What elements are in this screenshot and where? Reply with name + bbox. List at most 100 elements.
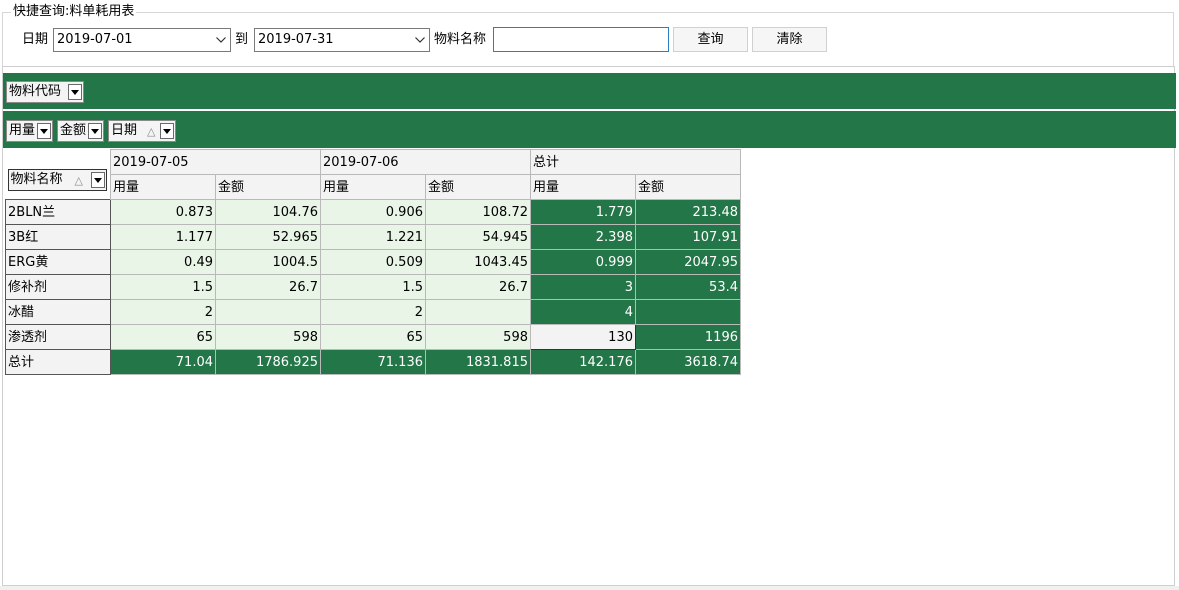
quick-query-title: 快捷查询:料单耗用表 bbox=[11, 4, 137, 20]
data-cell[interactable]: 1.5 bbox=[110, 274, 216, 300]
data-cell[interactable]: 1.177 bbox=[110, 224, 216, 250]
data-cell[interactable]: 1043.45 bbox=[425, 249, 531, 275]
bottom-edge bbox=[0, 586, 1179, 590]
date-to-select[interactable]: 2019-07-31 bbox=[254, 28, 430, 52]
measure-header-qty[interactable]: 用量 bbox=[110, 174, 216, 200]
column-field-date-label: 日期 bbox=[111, 123, 138, 138]
to-label: 到 bbox=[235, 32, 249, 47]
measure-header-amount[interactable]: 金额 bbox=[635, 174, 741, 200]
date-to-value: 2019-07-31 bbox=[258, 32, 334, 47]
data-cell[interactable]: 0.873 bbox=[110, 199, 216, 225]
column-field-area: 用量 金额 日期 △ bbox=[3, 111, 1176, 148]
measure-header-qty[interactable]: 用量 bbox=[530, 174, 636, 200]
data-cell[interactable]: 598 bbox=[425, 324, 531, 350]
row-field-label: 物料名称 bbox=[10, 171, 63, 187]
data-cell[interactable]: 1004.5 bbox=[215, 249, 321, 275]
row-header[interactable]: 冰醋 bbox=[5, 299, 111, 325]
data-cell[interactable]: 0.509 bbox=[320, 249, 426, 275]
total-cell[interactable]: 107.91 bbox=[635, 224, 741, 250]
data-cell[interactable]: 104.76 bbox=[215, 199, 321, 225]
sort-ascending-icon: △ bbox=[74, 173, 83, 187]
data-cell[interactable]: 598 bbox=[215, 324, 321, 350]
total-cell[interactable]: 1196 bbox=[635, 324, 741, 350]
selected-total-cell[interactable]: 130 bbox=[530, 324, 636, 350]
grand-total-cell[interactable]: 71.04 bbox=[110, 349, 216, 375]
pivot-table: 2019-07-05 2019-07-06 总计 物料名称 △ 用量 金额 用量… bbox=[5, 149, 741, 375]
measure-header-qty[interactable]: 用量 bbox=[320, 174, 426, 200]
table-row: 2BLN兰 0.873 104.76 0.906 108.72 1.779 21… bbox=[5, 199, 741, 225]
data-cell[interactable]: 1.221 bbox=[320, 224, 426, 250]
dropdown-arrow-icon[interactable] bbox=[160, 123, 174, 139]
measure-header-amount[interactable]: 金额 bbox=[425, 174, 531, 200]
table-row: 3B红 1.177 52.965 1.221 54.945 2.398 107.… bbox=[5, 224, 741, 250]
total-cell[interactable] bbox=[635, 299, 741, 325]
column-group-header[interactable]: 总计 bbox=[530, 149, 741, 175]
column-group-header[interactable]: 2019-07-05 bbox=[110, 149, 321, 175]
date-from-value: 2019-07-01 bbox=[57, 32, 133, 47]
data-cell[interactable] bbox=[215, 299, 321, 325]
grand-total-cell[interactable]: 1831.815 bbox=[425, 349, 531, 375]
table-row: 冰醋 2 2 4 bbox=[5, 299, 741, 325]
data-cell[interactable]: 0.49 bbox=[110, 249, 216, 275]
material-name-input[interactable] bbox=[493, 27, 669, 52]
table-row: 修补剂 1.5 26.7 1.5 26.7 3 53.4 bbox=[5, 274, 741, 300]
data-cell[interactable]: 26.7 bbox=[215, 274, 321, 300]
dropdown-arrow-icon[interactable] bbox=[88, 123, 102, 139]
total-cell[interactable]: 2047.95 bbox=[635, 249, 741, 275]
column-field-amount-label: 金额 bbox=[60, 123, 87, 138]
date-label: 日期 bbox=[22, 32, 49, 47]
date-from-select[interactable]: 2019-07-01 bbox=[53, 28, 231, 52]
row-header[interactable]: 2BLN兰 bbox=[5, 199, 111, 225]
data-cell[interactable]: 2 bbox=[110, 299, 216, 325]
grand-total-header[interactable]: 总计 bbox=[5, 349, 111, 375]
filter-field-label: 物料代码 bbox=[9, 84, 62, 99]
dropdown-arrow-icon[interactable] bbox=[68, 84, 82, 100]
column-field-qty-label: 用量 bbox=[9, 123, 36, 138]
data-cell[interactable]: 2 bbox=[320, 299, 426, 325]
row-header[interactable]: 渗透剂 bbox=[5, 324, 111, 350]
data-cell[interactable]: 1.5 bbox=[320, 274, 426, 300]
table-row: ERG黄 0.49 1004.5 0.509 1043.45 0.999 204… bbox=[5, 249, 741, 275]
total-cell[interactable]: 53.4 bbox=[635, 274, 741, 300]
row-field-button[interactable]: 物料名称 △ bbox=[7, 168, 107, 191]
material-name-label: 物料名称 bbox=[434, 32, 487, 47]
data-cell[interactable]: 108.72 bbox=[425, 199, 531, 225]
filter-area: 物料代码 bbox=[3, 73, 1176, 109]
total-cell[interactable]: 0.999 bbox=[530, 249, 636, 275]
total-cell[interactable]: 1.779 bbox=[530, 199, 636, 225]
pivot-grid: 物料代码 用量 金额 日期 △ 2019-07-05 2019-07-06 总计… bbox=[2, 66, 1176, 586]
dropdown-arrow-icon[interactable] bbox=[37, 123, 51, 139]
grand-total-cell[interactable]: 71.136 bbox=[320, 349, 426, 375]
chevron-down-icon bbox=[216, 29, 226, 51]
data-cell[interactable]: 65 bbox=[320, 324, 426, 350]
search-button[interactable]: 查询 bbox=[673, 27, 748, 52]
total-cell[interactable]: 213.48 bbox=[635, 199, 741, 225]
data-cell[interactable]: 0.906 bbox=[320, 199, 426, 225]
column-field-qty-button[interactable]: 用量 bbox=[6, 120, 53, 142]
grand-total-cell[interactable]: 3618.74 bbox=[635, 349, 741, 375]
data-cell[interactable] bbox=[425, 299, 531, 325]
clear-button[interactable]: 清除 bbox=[752, 27, 827, 52]
chevron-down-icon bbox=[415, 29, 425, 51]
column-field-amount-button[interactable]: 金额 bbox=[57, 120, 104, 142]
table-row: 渗透剂 65 598 65 598 130 1196 bbox=[5, 324, 741, 350]
total-cell[interactable]: 3 bbox=[530, 274, 636, 300]
filter-field-button[interactable]: 物料代码 bbox=[6, 81, 84, 103]
data-cell[interactable]: 52.965 bbox=[215, 224, 321, 250]
grand-total-cell[interactable]: 142.176 bbox=[530, 349, 636, 375]
grand-total-cell[interactable]: 1786.925 bbox=[215, 349, 321, 375]
total-cell[interactable]: 2.398 bbox=[530, 224, 636, 250]
dropdown-arrow-icon[interactable] bbox=[90, 171, 105, 188]
data-cell[interactable]: 65 bbox=[110, 324, 216, 350]
total-row: 总计 71.04 1786.925 71.136 1831.815 142.17… bbox=[5, 349, 741, 375]
row-header[interactable]: 修补剂 bbox=[5, 274, 111, 300]
data-cell[interactable]: 54.945 bbox=[425, 224, 531, 250]
sort-ascending-icon: △ bbox=[147, 125, 156, 138]
row-header[interactable]: 3B红 bbox=[5, 224, 111, 250]
measure-header-amount[interactable]: 金额 bbox=[215, 174, 321, 200]
column-group-header[interactable]: 2019-07-06 bbox=[320, 149, 531, 175]
column-field-date-button[interactable]: 日期 △ bbox=[108, 120, 176, 142]
data-cell[interactable]: 26.7 bbox=[425, 274, 531, 300]
row-header[interactable]: ERG黄 bbox=[5, 249, 111, 275]
total-cell[interactable]: 4 bbox=[530, 299, 636, 325]
